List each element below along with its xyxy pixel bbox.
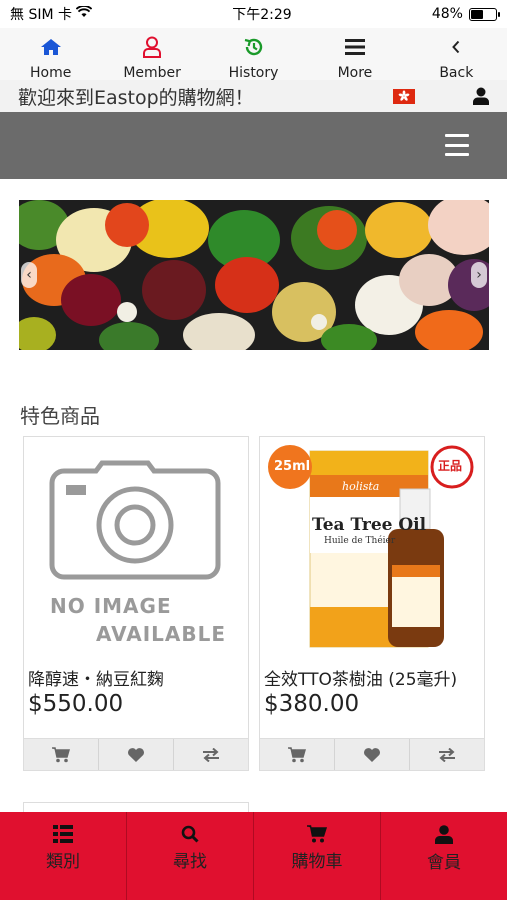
brand-label: holista bbox=[342, 480, 380, 493]
product-price: $550.00 bbox=[28, 691, 124, 717]
nav-member-label: Member bbox=[123, 65, 181, 81]
compare-button[interactable] bbox=[174, 739, 248, 770]
tea-tree-oil-product-image[interactable]: 25ml holista Tea Tree Oil Huile de Théie… bbox=[260, 437, 484, 657]
carrier-label: 無 SIM 卡 bbox=[10, 7, 72, 23]
welcome-bar: 歡迎來到Eastop的購物網！ bbox=[0, 80, 507, 112]
authentic-stamp: 正品 bbox=[438, 459, 463, 473]
add-to-wishlist-button[interactable] bbox=[335, 739, 410, 770]
hong-kong-flag-icon[interactable] bbox=[393, 88, 415, 104]
welcome-text: 歡迎來到Eastop的購物網！ bbox=[18, 86, 254, 109]
nav-back-label: Back bbox=[439, 65, 474, 81]
wifi-icon bbox=[75, 5, 93, 22]
account-icon[interactable] bbox=[473, 87, 489, 105]
vegetables-banner-image bbox=[19, 200, 489, 350]
nav-back[interactable]: Back bbox=[406, 28, 507, 80]
battery-percent: 48% bbox=[431, 6, 463, 22]
hamburger-menu-icon[interactable] bbox=[445, 134, 469, 156]
nav-more[interactable]: More bbox=[304, 28, 405, 80]
cart-icon bbox=[307, 825, 327, 843]
product-card[interactable]: 25ml holista Tea Tree Oil Huile de Théie… bbox=[259, 436, 485, 771]
carousel-prev-icon[interactable]: ‹ bbox=[21, 262, 37, 288]
nav-history[interactable]: History bbox=[203, 28, 304, 80]
bottom-nav-cart[interactable]: 購物車 bbox=[254, 812, 381, 900]
list-icon bbox=[53, 825, 73, 843]
nav-history-label: History bbox=[228, 65, 279, 81]
history-icon bbox=[243, 34, 265, 60]
site-header bbox=[0, 112, 507, 179]
battery-icon bbox=[468, 7, 500, 21]
heart-icon bbox=[364, 747, 380, 762]
nav-home[interactable]: Home bbox=[0, 28, 101, 80]
no-image-text-line2: AVAILABLE bbox=[96, 622, 227, 646]
bottom-nav-member[interactable]: 會員 bbox=[381, 812, 507, 900]
menu-icon bbox=[344, 34, 365, 60]
product-name[interactable]: 降醇速・納豆紅麴 bbox=[28, 665, 164, 690]
product-card[interactable]: NO IMAGE AVAILABLE 降醇速・納豆紅麴 $550.00 bbox=[23, 436, 249, 771]
compare-icon bbox=[203, 747, 219, 762]
no-image-placeholder[interactable]: NO IMAGE AVAILABLE bbox=[24, 437, 248, 657]
compare-icon bbox=[439, 747, 455, 762]
top-nav: Home Member History More Back bbox=[0, 28, 507, 80]
nav-more-label: More bbox=[337, 65, 373, 81]
bottom-nav-categories-label: 類別 bbox=[46, 852, 80, 872]
add-to-cart-button[interactable] bbox=[24, 739, 99, 770]
bottom-nav-categories[interactable]: 類別 bbox=[0, 812, 127, 900]
featured-title: 特色商品 bbox=[20, 404, 100, 428]
status-bar: 無 SIM 卡 下午2:29 48% bbox=[0, 0, 507, 28]
product-name[interactable]: 全效TTO茶樹油 (25毫升) bbox=[264, 665, 457, 690]
bottom-nav-cart-label: 購物車 bbox=[291, 852, 343, 872]
user-icon bbox=[435, 825, 453, 844]
volume-badge: 25ml bbox=[274, 459, 311, 474]
bottom-nav: 類別 尋找 購物車 會員 bbox=[0, 812, 507, 900]
product-box-subtitle: Huile de Théier bbox=[324, 536, 396, 546]
bottom-nav-member-label: 會員 bbox=[427, 853, 461, 873]
status-time: 下午2:29 bbox=[232, 7, 292, 23]
product-price: $380.00 bbox=[264, 691, 360, 717]
heart-icon bbox=[128, 747, 144, 762]
user-icon bbox=[142, 34, 162, 60]
cart-icon bbox=[288, 746, 306, 762]
cart-icon bbox=[52, 746, 70, 762]
product-box-title: Tea Tree Oil bbox=[312, 515, 427, 535]
nav-home-label: Home bbox=[30, 65, 72, 81]
carousel-next-icon[interactable]: › bbox=[471, 262, 487, 288]
add-to-cart-button[interactable] bbox=[260, 739, 335, 770]
product-actions bbox=[24, 738, 248, 770]
add-to-wishlist-button[interactable] bbox=[99, 739, 174, 770]
home-icon bbox=[40, 34, 62, 60]
banner-carousel[interactable]: ‹ › bbox=[19, 200, 489, 350]
compare-button[interactable] bbox=[410, 739, 484, 770]
search-icon bbox=[181, 825, 199, 843]
bottom-nav-search[interactable]: 尋找 bbox=[127, 812, 254, 900]
bottom-nav-search-label: 尋找 bbox=[173, 852, 207, 872]
no-image-text-line1: NO IMAGE bbox=[50, 594, 172, 618]
chevron-left-icon bbox=[451, 34, 461, 60]
nav-member[interactable]: Member bbox=[101, 28, 202, 80]
product-actions bbox=[260, 738, 484, 770]
